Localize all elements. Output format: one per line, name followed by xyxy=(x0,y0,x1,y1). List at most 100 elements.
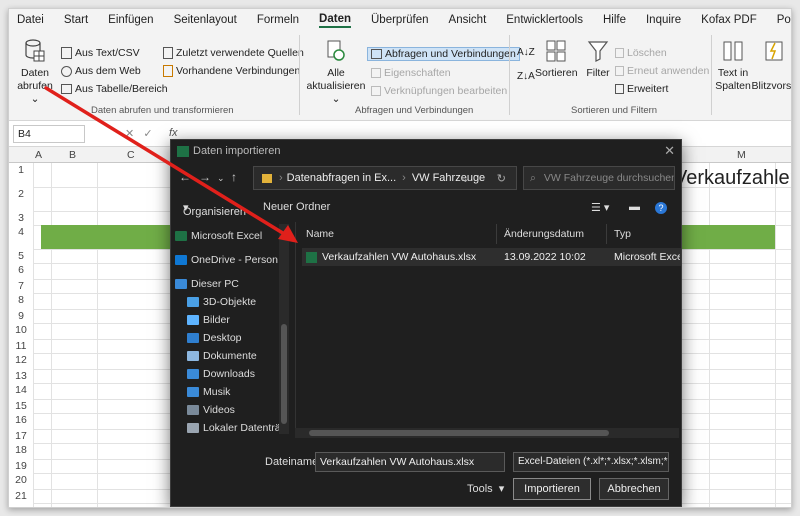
row-header[interactable]: 19 xyxy=(9,460,33,472)
row-header[interactable]: 18 xyxy=(9,444,33,456)
nav-item-label: 3D-Objekte xyxy=(203,296,257,308)
preview-pane-icon[interactable]: ▬ xyxy=(629,201,640,213)
row-header[interactable]: 4 xyxy=(9,226,33,238)
row-header[interactable]: 17 xyxy=(9,430,33,442)
tab-kofax-pdf[interactable]: Kofax PDF xyxy=(701,14,757,26)
row-header[interactable]: 20 xyxy=(9,474,33,486)
row-header[interactable]: 3 xyxy=(9,212,33,224)
tab-entwicklertools[interactable]: Entwicklertools xyxy=(506,14,583,26)
refresh-all-button[interactable]: Alle aktualisieren ⌄ xyxy=(305,39,367,106)
row-header[interactable]: 14 xyxy=(9,384,33,396)
sheet-title-cell[interactable]: Verkaufzahlen xyxy=(674,167,791,190)
column-header-date[interactable]: Änderungsdatum xyxy=(504,228,584,240)
up-arrow-icon[interactable]: ↑ xyxy=(231,170,237,184)
tab-power-pivot[interactable]: Power Pivot xyxy=(777,14,791,26)
flash-fill-button[interactable]: Blitzvorsc xyxy=(751,39,791,93)
column-header-name[interactable]: Name xyxy=(306,228,334,240)
row-header[interactable]: 2 xyxy=(9,188,33,200)
back-arrow-icon[interactable]: ← xyxy=(179,170,191,184)
tab-seitenlayout[interactable]: Seitenlayout xyxy=(174,14,237,26)
advanced-filter-button[interactable]: Erweitert xyxy=(615,83,668,95)
nav-item[interactable]: Microsoft Excel xyxy=(175,230,285,242)
close-icon[interactable]: ✕ xyxy=(664,143,675,159)
text-to-columns-icon xyxy=(723,41,743,61)
tab-daten[interactable]: Daten xyxy=(319,13,351,28)
tab-hilfe[interactable]: Hilfe xyxy=(603,14,626,26)
row-header[interactable]: 5 xyxy=(9,250,33,262)
organize-button[interactable]: Organisieren ▾ xyxy=(183,201,246,218)
filter-button[interactable]: Filter xyxy=(581,39,615,80)
row-header[interactable]: 10 xyxy=(9,324,33,336)
file-list-hscrollbar[interactable] xyxy=(295,428,679,438)
row-header[interactable]: 6 xyxy=(9,264,33,276)
sort-az-button[interactable]: A↓Z xyxy=(517,47,535,58)
recent-sources-button[interactable]: Zuletzt verwendete Quellen xyxy=(163,47,304,60)
row-header[interactable]: 8 xyxy=(9,294,33,306)
tools-button[interactable]: Tools ▾ xyxy=(467,482,504,495)
column-header-c[interactable]: C xyxy=(127,149,135,161)
from-table-button[interactable]: Aus Tabelle/Bereich xyxy=(61,83,168,95)
sort-button[interactable]: Sortieren xyxy=(535,39,578,80)
navigation-pane: Microsoft Excel OneDrive - Person Dieser P… xyxy=(171,222,291,434)
column-header-type[interactable]: Typ xyxy=(614,228,631,240)
search-box[interactable]: ⌕ VW Fahrzeuge durchsuchen xyxy=(523,166,675,190)
address-bar[interactable]: › Datenabfragen in Ex... › VW Fahrzeuge … xyxy=(253,166,517,190)
nav-scrollbar-thumb[interactable] xyxy=(281,324,287,424)
tab-formeln[interactable]: Formeln xyxy=(257,14,299,26)
get-data-button[interactable]: Daten abrufen ⌄ xyxy=(15,39,55,106)
reapply-button[interactable]: Erneut anwenden xyxy=(615,65,709,77)
formula-cancel-confirm[interactable]: ✕ ✓ xyxy=(125,127,153,140)
nav-item[interactable]: OneDrive - Person xyxy=(175,254,285,266)
view-options-icon[interactable]: ☰ ▾ xyxy=(591,201,609,214)
queries-connections-button[interactable]: Abfragen und Verbindungen xyxy=(367,47,520,61)
help-icon[interactable]: ? xyxy=(655,202,667,214)
new-folder-button[interactable]: Neuer Ordner xyxy=(263,201,330,213)
breadcrumb-part[interactable]: Datenabfragen in Ex... xyxy=(287,172,396,184)
text-to-columns-button[interactable]: Text in Spalten xyxy=(715,39,751,93)
refresh-icon[interactable]: ↻ xyxy=(497,172,506,185)
clear-filter-button[interactable]: Löschen xyxy=(615,47,667,59)
sort-za-button[interactable]: Z↓A xyxy=(517,71,535,82)
row-header[interactable]: 16 xyxy=(9,414,33,426)
row-header[interactable]: 1 xyxy=(9,164,33,176)
filetype-select[interactable]: Excel-Dateien (*.xl*;*.xlsx;*.xlsm;*.x xyxy=(513,452,669,472)
tab-ansicht[interactable]: Ansicht xyxy=(449,14,487,26)
table-icon xyxy=(61,84,72,95)
name-box[interactable]: B4 xyxy=(13,125,85,143)
row-header[interactable]: 11 xyxy=(9,340,33,352)
row-header[interactable]: 15 xyxy=(9,400,33,412)
address-dropdown-icon[interactable]: ⌄ xyxy=(461,172,470,185)
properties-button[interactable]: Eigenschaften xyxy=(371,67,451,79)
tab-einfügen[interactable]: Einfügen xyxy=(108,14,153,26)
column-header-b[interactable]: B xyxy=(69,149,76,161)
filename-input[interactable]: Verkaufzahlen VW Autohaus.xlsx xyxy=(315,452,505,472)
breadcrumb-part[interactable]: VW Fahrzeuge xyxy=(412,172,485,184)
tab-inquire[interactable]: Inquire xyxy=(646,14,681,26)
from-web-button[interactable]: Aus dem Web xyxy=(61,65,141,77)
edit-links-button[interactable]: Verknüpfungen bearbeiten xyxy=(371,85,507,97)
row-header[interactable]: 9 xyxy=(9,310,33,322)
file-row[interactable]: Verkaufzahlen VW Autohaus.xlsx 13.09.202… xyxy=(302,248,681,266)
fx-icon[interactable]: fx xyxy=(169,127,178,139)
import-button[interactable]: Importieren xyxy=(513,478,591,500)
from-text-csv-button[interactable]: Aus Text/CSV xyxy=(61,47,140,60)
existing-connections-button[interactable]: Vorhandene Verbindungen xyxy=(163,65,300,78)
column-header-m[interactable]: M xyxy=(737,149,746,161)
tab-datei[interactable]: Datei xyxy=(17,14,44,26)
filter-label: Filter xyxy=(586,67,610,79)
nav-item[interactable]: Dieser PC xyxy=(175,278,285,290)
nav-scrollbar[interactable] xyxy=(279,224,289,434)
cancel-button[interactable]: Abbrechen xyxy=(599,478,669,500)
row-header[interactable]: 21 xyxy=(9,490,33,502)
row-header[interactable]: 7 xyxy=(9,280,33,292)
tab-start[interactable]: Start xyxy=(64,14,88,26)
row-header[interactable]: 12 xyxy=(9,354,33,366)
chevron-down-icon[interactable]: ⌄ xyxy=(217,173,225,184)
hscrollbar-thumb[interactable] xyxy=(309,430,609,436)
column-header-a[interactable]: A xyxy=(35,149,42,161)
forward-arrow-icon[interactable]: → xyxy=(199,170,211,184)
dialog-title-bar: Daten importieren ✕ xyxy=(171,140,681,162)
tab-überprüfen[interactable]: Überprüfen xyxy=(371,14,429,26)
nav-item-icon xyxy=(187,297,199,307)
row-header[interactable]: 13 xyxy=(9,370,33,382)
